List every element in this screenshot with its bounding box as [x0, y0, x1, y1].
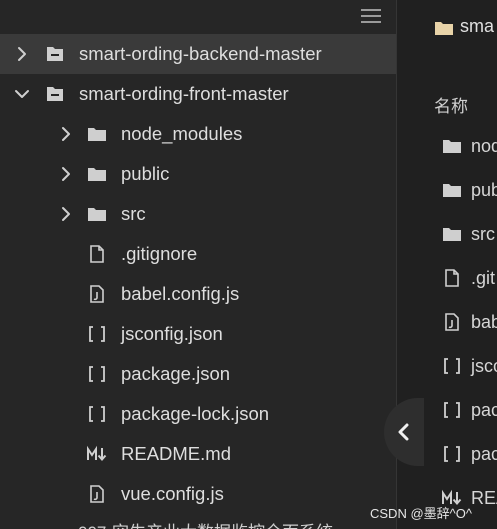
tree-item-file[interactable]: babel.config.js	[0, 274, 396, 314]
folder-view-item-label: pub	[471, 180, 497, 200]
json-file-icon	[89, 326, 105, 342]
watermark: CSDN @墨辞^O^	[370, 506, 472, 521]
folder-view-item[interactable]: .git	[397, 256, 497, 300]
markdown-file-icon	[87, 445, 107, 462]
folder-view-item-label: src	[471, 224, 495, 244]
folder-view-item[interactable]: jsco	[397, 344, 497, 388]
tree-item-label: package.json	[121, 363, 231, 384]
project-folder-icon	[47, 47, 63, 61]
folder-view-item-label: nod	[471, 136, 497, 156]
tree-item-folder[interactable]: src	[0, 194, 396, 234]
js-file-icon	[87, 484, 107, 504]
folder-view-item[interactable]: bab	[397, 300, 497, 344]
tree-item-label: public	[121, 163, 170, 184]
project-folder-icon	[47, 87, 63, 101]
json-file-icon	[444, 402, 460, 418]
tree-item-folder[interactable]: public	[0, 154, 396, 194]
json-file-icon	[442, 444, 462, 464]
folder-icon	[442, 224, 462, 244]
tree-item-label: smart-ording-front-master	[79, 83, 289, 104]
tree-item-file[interactable]: package-lock.json	[0, 394, 396, 434]
json-file-icon	[442, 400, 462, 420]
chevron-right-icon[interactable]	[58, 126, 74, 142]
folder-icon	[443, 140, 461, 153]
folder-icon	[87, 124, 107, 144]
folder-icon	[442, 136, 462, 156]
folder-icon	[442, 180, 462, 200]
chevron-right-icon[interactable]	[58, 166, 74, 182]
tree-item-folder[interactable]: smart-ording-backend-master	[0, 34, 396, 74]
tree-item-label: jsconfig.json	[121, 323, 223, 344]
tree-item-label: node_modules	[121, 123, 243, 144]
json-file-icon	[444, 358, 460, 374]
json-file-icon	[87, 364, 107, 384]
tree-item-label: .gitignore	[121, 243, 198, 264]
chevron-right-icon[interactable]	[14, 46, 30, 62]
tree-item-folder[interactable]: smart-ording-front-master	[0, 74, 396, 114]
file-icon	[90, 245, 104, 263]
chevron-left-icon	[398, 423, 409, 441]
json-file-icon	[89, 366, 105, 382]
json-file-icon	[87, 324, 107, 344]
file-icon	[445, 269, 459, 287]
folder-icon	[443, 228, 461, 241]
tree-item-file[interactable]: README.md	[0, 434, 396, 474]
folder-view-item-label: pac	[471, 444, 497, 464]
name-column-header[interactable]: 名称	[434, 92, 468, 117]
js-file-icon	[90, 285, 104, 303]
tree-item-file[interactable]: package.json	[0, 354, 396, 394]
js-file-icon	[445, 313, 459, 331]
file-icon	[87, 244, 107, 264]
folder-title: sma	[460, 16, 495, 36]
json-file-icon	[87, 404, 107, 424]
tree-item-label: smart-ording-backend-master	[79, 43, 322, 64]
partial-project-label[interactable]: 007-空生产业大数据监控全面系统	[78, 518, 333, 529]
js-file-icon	[90, 485, 104, 503]
folder-view-item-label: pac	[471, 400, 497, 420]
project-folder-icon	[45, 84, 65, 104]
folder-view-item-label: REA	[471, 488, 497, 508]
hamburger-menu-icon[interactable]	[359, 6, 383, 26]
tree-item-label: vue.config.js	[121, 483, 224, 504]
folder-view-item-label: bab	[471, 312, 497, 332]
json-file-icon	[442, 356, 462, 376]
folder-icon	[88, 168, 106, 181]
folder-view-item[interactable]: src	[397, 212, 497, 256]
folder-view-item-label: .git	[471, 268, 496, 288]
file-explorer-panel: smart-ording-backend-master smart-ording-…	[0, 0, 396, 529]
json-file-icon	[89, 406, 105, 422]
tree-item-label: package-lock.json	[121, 403, 270, 424]
folder-icon	[435, 22, 453, 35]
js-file-icon	[87, 284, 107, 304]
chevron-down-icon[interactable]	[14, 86, 30, 102]
js-file-icon	[442, 312, 462, 332]
folder-icon	[88, 208, 106, 221]
markdown-file-icon	[87, 444, 107, 464]
file-icon	[442, 268, 462, 288]
json-file-icon	[444, 446, 460, 462]
folder-view-item[interactable]: nod	[397, 124, 497, 168]
project-folder-icon	[45, 44, 65, 64]
tree-item-folder[interactable]: node_modules	[0, 114, 396, 154]
folder-icon	[88, 128, 106, 141]
tree-item-label: README.md	[121, 443, 231, 464]
folder-view-item[interactable]: pub	[397, 168, 497, 212]
folder-view-item-label: jsco	[471, 356, 497, 376]
tree-item-file[interactable]: vue.config.js	[0, 474, 396, 514]
folder-icon	[443, 184, 461, 197]
chevron-right-icon[interactable]	[58, 206, 74, 222]
folder-icon	[87, 204, 107, 224]
tree-item-label: babel.config.js	[121, 283, 240, 304]
tree-item-file[interactable]: .gitignore	[0, 234, 396, 274]
tree-item-file[interactable]: jsconfig.json	[0, 314, 396, 354]
tree-item-label: src	[121, 203, 146, 224]
folder-icon	[87, 164, 107, 184]
